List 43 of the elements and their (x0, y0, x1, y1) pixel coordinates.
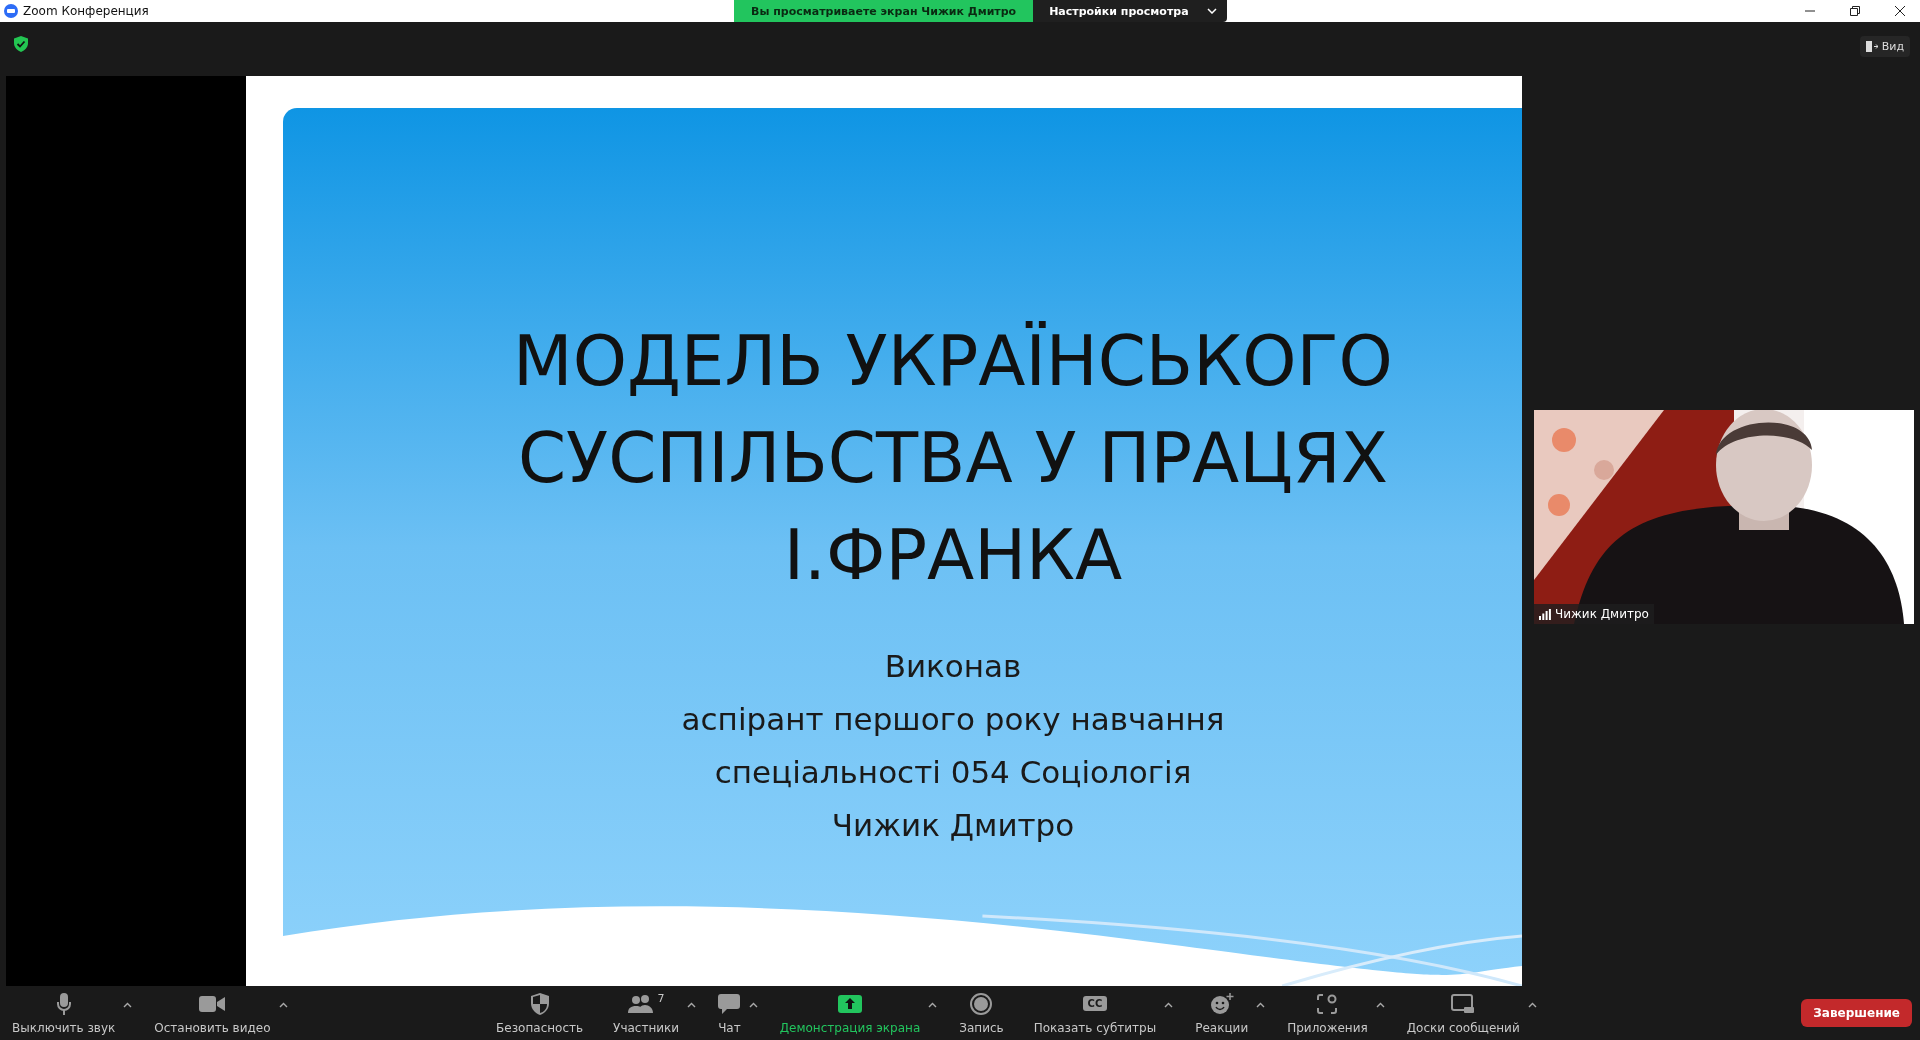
app-logo-icon (4, 4, 18, 18)
toolbar-button[interactable]: CC Показать субтитры (1029, 987, 1161, 1039)
microphone-icon (55, 992, 72, 1015)
layout-icon (1865, 41, 1878, 52)
slide-title-line: МОДЕЛЬ УКРАЇНСЬКОГО (513, 320, 1393, 403)
participant-name: Чижик Дмитро (1555, 607, 1649, 621)
toolbar-button[interactable]: Доски сообщений (1402, 987, 1524, 1039)
participant-count: 7 (657, 991, 665, 1005)
restore-icon[interactable] (1849, 5, 1861, 17)
slide-title-line: І.ФРАНКА (783, 514, 1123, 597)
close-icon[interactable] (1894, 5, 1906, 17)
toolbar-button[interactable]: Остановить видео (150, 987, 275, 1039)
view-options-button[interactable]: Настройки просмотра (1033, 0, 1227, 22)
toolbar-button[interactable]: Безопасность (492, 987, 588, 1039)
toolbar-button[interactable]: Чат (714, 987, 745, 1039)
captions-icon: CC (1082, 996, 1108, 1011)
whiteboard-icon (1451, 993, 1476, 1014)
people-icon (627, 994, 654, 1013)
slide-text-line: Чижик Дмитро (831, 806, 1075, 845)
shield-check-icon[interactable] (14, 36, 28, 52)
smiley-plus-icon (1209, 992, 1234, 1015)
toolbar-button[interactable]: Выключить звук (8, 987, 120, 1039)
record-icon (970, 992, 993, 1015)
toolbar-button[interactable]: Демонстрация экрана (775, 987, 925, 1039)
chat-bubble-icon (718, 993, 741, 1014)
slide-title-line: СУСПІЛЬСТВА У ПРАЦЯХ (517, 417, 1389, 500)
viewing-banner: Вы просматриваете экран Чижик Дмитро (734, 0, 1034, 22)
shield-icon (529, 992, 550, 1015)
slide-text-line: аспірант першого року навчання (681, 700, 1225, 739)
video-camera-icon (199, 995, 226, 1012)
apps-icon (1317, 993, 1338, 1014)
share-screen-icon (838, 994, 862, 1013)
toolbar-button[interactable]: Запись (955, 987, 1008, 1039)
toolbar-button[interactable]: Приложения (1283, 987, 1372, 1039)
toolbar-button[interactable]: Реакции (1191, 987, 1253, 1039)
view-button[interactable]: Вид (1859, 36, 1910, 57)
slide-text-line: Виконав (884, 647, 1022, 686)
toolbar-button[interactable]: 7 Участники (609, 987, 684, 1039)
window-title: Zoom Конференция (23, 4, 149, 18)
signal-bars-icon (1539, 608, 1551, 620)
slide-text-line: спеціальності 054 Соціологія (714, 753, 1192, 792)
chevron-icon (1206, 8, 1217, 14)
end-meeting-button[interactable]: Завершение (1801, 999, 1912, 1027)
